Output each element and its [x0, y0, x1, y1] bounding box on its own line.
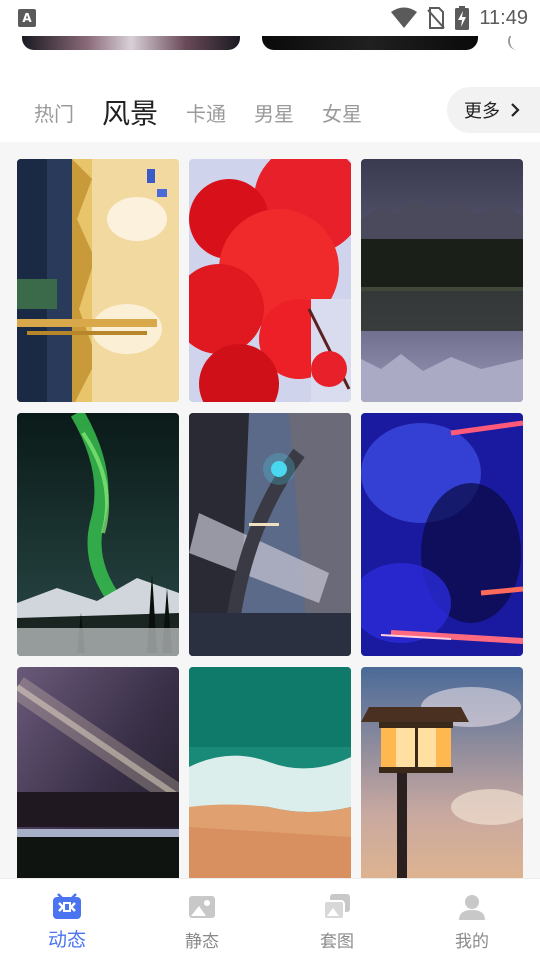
nav-label: 套图	[320, 932, 354, 952]
nav-item-static[interactable]: 静态	[162, 893, 242, 952]
more-label: 更多	[464, 101, 500, 122]
more-button[interactable]: 更多	[447, 87, 540, 133]
nav-item-image-sets[interactable]: 套图	[297, 893, 377, 952]
nav-item-profile[interactable]: 我的	[432, 893, 512, 952]
status-bar: A 11:49	[0, 0, 540, 36]
nav-label: 静态	[185, 932, 219, 952]
banner-card[interactable]	[22, 36, 240, 50]
wallpaper-thumb[interactable]	[17, 413, 179, 656]
nav-item-dynamic[interactable]: 动态	[27, 893, 107, 952]
tab-male-stars[interactable]: 男星	[254, 98, 294, 127]
banner-card[interactable]	[508, 36, 540, 50]
wifi-icon	[391, 7, 418, 28]
wallpaper-thumb[interactable]	[361, 667, 523, 879]
notification-icon: A	[18, 9, 36, 27]
image-set-icon	[323, 894, 350, 920]
bottom-nav: 动态 静态 套图 我的	[0, 878, 540, 960]
banner-card[interactable]	[262, 36, 478, 50]
tab-cartoon[interactable]: 卡通	[186, 98, 226, 127]
status-time: 11:49	[479, 6, 528, 29]
wallpaper-thumb[interactable]	[17, 667, 179, 879]
user-icon	[459, 895, 485, 920]
tab-female-stars[interactable]: 女星	[322, 98, 362, 127]
nav-label: 我的	[455, 932, 489, 952]
no-sim-icon	[427, 7, 446, 29]
live-wallpaper-icon	[53, 893, 81, 919]
status-icons: 11:49	[391, 6, 528, 30]
battery-charging-icon	[455, 6, 470, 30]
wallpaper-thumb[interactable]	[189, 667, 351, 879]
banner-carousel[interactable]	[0, 36, 540, 52]
wallpaper-thumb[interactable]	[189, 413, 351, 656]
tab-hot[interactable]: 热门	[34, 98, 74, 127]
wallpaper-thumb[interactable]	[17, 159, 179, 402]
nav-label: 动态	[47, 929, 86, 951]
wallpaper-thumb[interactable]	[361, 159, 523, 402]
wallpaper-thumb[interactable]	[189, 159, 351, 402]
tab-scenery[interactable]: 风景	[102, 92, 158, 132]
wallpaper-thumb[interactable]	[361, 413, 523, 656]
wallpaper-grid	[0, 142, 540, 879]
chevron-right-icon	[511, 103, 520, 117]
image-icon	[189, 896, 215, 918]
